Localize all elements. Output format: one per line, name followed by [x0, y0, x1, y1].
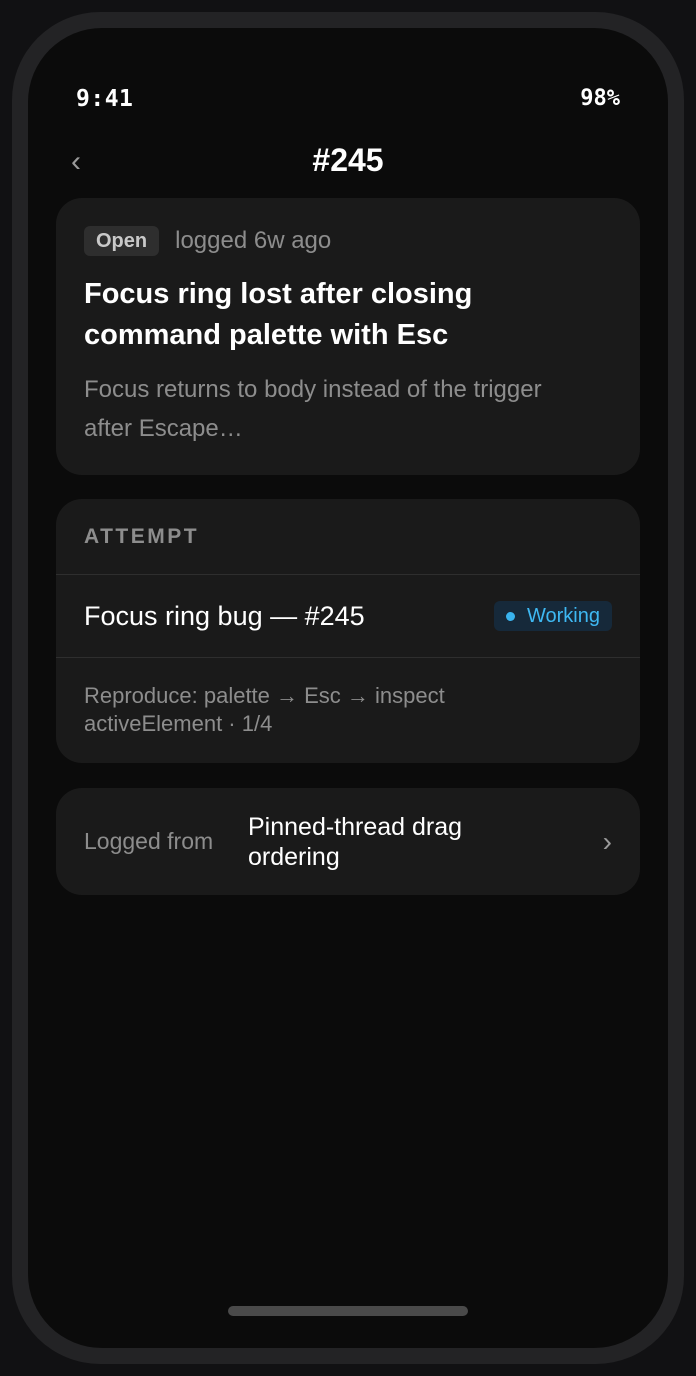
status-dot-icon	[506, 611, 515, 621]
attempt-note: Reproduce: palette → Esc → inspect activ…	[84, 683, 445, 736]
issue-card: Open logged 6w ago Focus ring lost after…	[56, 198, 640, 475]
issue-description: Focus returns to body instead of the tri…	[84, 376, 542, 442]
status-badge: Open	[84, 226, 160, 256]
device-frame: 9:41 98% ‹ #245 Open logged 6w ago Focus…	[12, 12, 684, 1364]
attempt-section-header: ATTEMPT	[56, 499, 640, 575]
attempt-row[interactable]: Focus ring bug — #245 Working	[56, 575, 640, 658]
issue-meta: Open logged 6w ago	[84, 226, 612, 256]
logged-from-value: Pinned-thread drag ordering	[248, 812, 463, 871]
battery-level: 98%	[580, 86, 620, 111]
issue-title: Focus ring lost after closing command pa…	[84, 278, 473, 351]
logged-from-row[interactable]: Logged from Pinned-thread drag ordering …	[56, 788, 640, 895]
page-title: #245	[312, 142, 384, 178]
logged-timestamp: logged 6w ago	[175, 227, 332, 254]
status-time: 9:41	[76, 86, 134, 112]
chevron-right-icon: ›	[602, 825, 612, 857]
home-indicator[interactable]	[228, 1306, 468, 1316]
attempt-name: Focus ring bug — #245	[84, 600, 365, 631]
screen: 9:41 98% ‹ #245 Open logged 6w ago Focus…	[28, 28, 668, 1348]
logged-from-label: Logged from	[84, 828, 214, 854]
working-status-badge: Working	[494, 601, 612, 631]
working-status-label: Working	[527, 604, 600, 627]
attempt-card: ATTEMPT Focus ring bug — #245 Working Re…	[56, 499, 640, 763]
